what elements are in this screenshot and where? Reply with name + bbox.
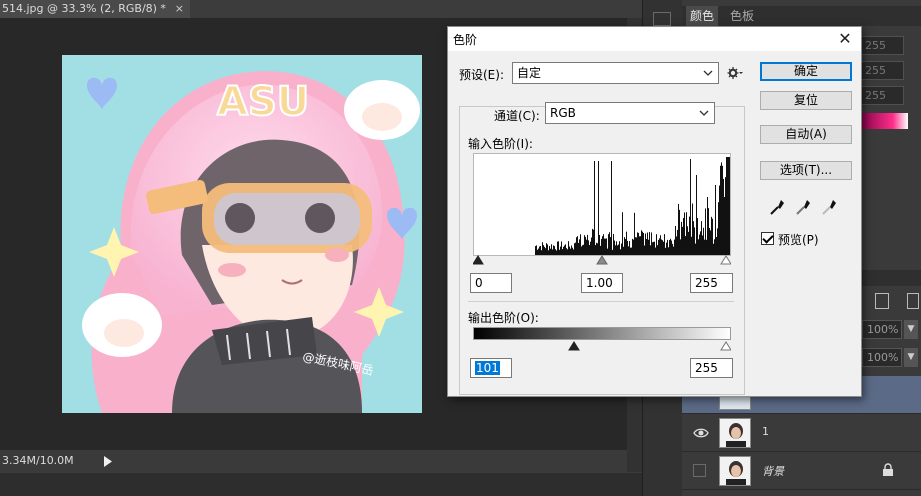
input-levels-label: 输入色阶(I): — [468, 137, 533, 151]
preset-select[interactable]: 自定 — [512, 62, 719, 84]
artwork-canvas[interactable]: ASU @逝枝味阿岳 — [62, 55, 422, 413]
preset-value: 自定 — [517, 66, 542, 80]
opacity-dropdown-icon[interactable]: ▼ — [904, 320, 918, 339]
histogram-plot — [535, 157, 730, 255]
fill-field[interactable]: 100% — [862, 348, 902, 367]
histogram — [473, 153, 731, 256]
levels-dialog: 色阶 ✕ 预设(E): 自定 通道(C): RGB 输入色阶(I): 0 1.0… — [447, 26, 862, 397]
eye-icon[interactable] — [693, 425, 709, 441]
color-b-field[interactable]: 255 — [860, 86, 904, 105]
output-white-slider[interactable] — [720, 341, 732, 351]
dialog-titlebar[interactable]: 色阶 ✕ — [448, 27, 861, 51]
options-button[interactable]: 选项(T)... — [760, 161, 852, 180]
color-ramp[interactable] — [858, 113, 908, 129]
white-eyedropper-icon[interactable] — [820, 197, 838, 217]
output-levels-label: 输出色阶(O): — [468, 311, 539, 325]
layer-thumbnail — [719, 418, 751, 448]
visibility-toggle[interactable] — [693, 464, 706, 477]
output-slider-track[interactable] — [473, 340, 732, 352]
reset-button[interactable]: 复位 — [760, 91, 852, 110]
layer-row[interactable]: 1 — [682, 414, 921, 452]
layer-row[interactable]: 背景 — [682, 452, 921, 490]
output-white-field[interactable]: 255 — [690, 358, 733, 378]
channel-select[interactable]: RGB — [545, 102, 715, 124]
status-bar: 3.34M/10.0M — [0, 450, 627, 472]
artwork-illustration: ASU @逝枝味阿岳 — [62, 55, 422, 413]
input-slider-track[interactable] — [472, 253, 732, 265]
chevron-down-icon — [703, 70, 713, 76]
history-icon[interactable] — [653, 12, 671, 26]
input-gamma-slider[interactable] — [596, 255, 608, 265]
separator — [468, 301, 734, 302]
channel-label: 通道(C): — [492, 107, 542, 124]
tab-strip — [190, 0, 642, 18]
output-black-value: 101 — [475, 361, 500, 375]
preview-label: 预览(P) — [778, 233, 819, 247]
output-gradient — [473, 327, 731, 340]
status-doc-size: 3.34M/10.0M — [2, 454, 74, 467]
input-gamma-field[interactable]: 1.00 — [581, 273, 623, 293]
lock-icon — [883, 463, 893, 476]
opacity-field[interactable]: 100% — [862, 320, 902, 339]
input-black-field[interactable]: 0 — [470, 273, 512, 293]
fill-dropdown-icon[interactable]: ▼ — [904, 348, 918, 367]
color-panel-tabs: 颜色 色板 — [682, 6, 921, 26]
black-eyedropper-icon[interactable] — [768, 197, 786, 217]
close-icon[interactable]: ✕ — [835, 29, 855, 49]
input-black-slider[interactable] — [472, 255, 484, 265]
output-black-field[interactable]: 101 — [470, 358, 512, 378]
layer-thumbnail — [719, 456, 751, 486]
dialog-title: 色阶 — [453, 33, 478, 47]
lock-pixels-icon[interactable] — [875, 293, 889, 309]
status-menu-arrow-icon[interactable] — [104, 456, 112, 467]
document-tab[interactable]: 514.jpg @ 33.3% (2, RGB/8) * × — [0, 0, 190, 18]
layer-name[interactable]: 背景 — [762, 463, 784, 479]
timeline-strip — [0, 472, 642, 496]
layer-name[interactable]: 1 — [762, 425, 769, 438]
gear-icon[interactable] — [727, 65, 743, 81]
tab-color[interactable]: 颜色 — [686, 6, 719, 26]
color-g-field[interactable]: 255 — [860, 61, 904, 80]
input-white-field[interactable]: 255 — [690, 273, 733, 293]
close-tab-icon[interactable]: × — [175, 0, 184, 18]
gray-eyedropper-icon[interactable] — [794, 197, 812, 217]
color-r-field[interactable]: 255 — [860, 36, 904, 55]
auto-button[interactable]: 自动(A) — [760, 125, 852, 144]
document-tab-title: 514.jpg @ 33.3% (2, RGB/8) * — [2, 2, 166, 15]
ok-button[interactable]: 确定 — [760, 62, 852, 81]
chevron-down-icon — [699, 110, 709, 116]
tab-swatches[interactable]: 色板 — [726, 6, 758, 26]
preview-checkbox[interactable] — [761, 232, 774, 245]
channel-value: RGB — [550, 106, 576, 120]
preset-label: 预设(E): — [459, 68, 504, 82]
lock-position-icon[interactable] — [907, 293, 919, 309]
output-black-slider[interactable] — [568, 341, 580, 351]
input-white-slider[interactable] — [720, 255, 732, 265]
